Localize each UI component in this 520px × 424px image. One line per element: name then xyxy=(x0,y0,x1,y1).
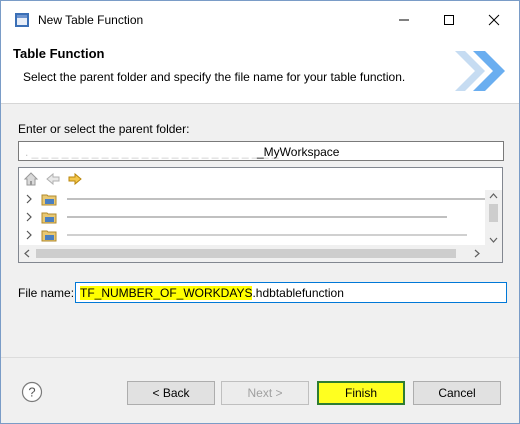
new-table-function-dialog: New Table Function Table Function Select… xyxy=(0,0,520,424)
cancel-button[interactable]: Cancel xyxy=(413,381,501,405)
banner-description: Select the parent folder and specify the… xyxy=(23,70,406,84)
wizard-chevron-icon xyxy=(455,51,505,91)
window-title: New Table Function xyxy=(38,13,144,27)
close-icon xyxy=(488,14,500,26)
parent-folder-redacted: . _ _ _ _ _ _ _ _ _ _ _ _ _ _ _ _ _ _ _ … xyxy=(25,145,279,159)
file-name-highlighted: TF_NUMBER_OF_WORKDAYS xyxy=(80,286,253,300)
parent-folder-label: Enter or select the parent folder: xyxy=(18,122,190,136)
finish-button[interactable]: Finish xyxy=(317,381,405,405)
home-icon[interactable] xyxy=(23,171,39,187)
footer-separator xyxy=(1,357,519,358)
title-bar: New Table Function xyxy=(1,1,519,39)
folder-tree[interactable] xyxy=(18,167,503,263)
project-folder-icon xyxy=(41,194,57,206)
redacted-text xyxy=(67,234,467,236)
maximize-icon xyxy=(444,15,454,25)
project-folder-icon xyxy=(41,230,57,242)
scroll-left-icon[interactable] xyxy=(21,245,33,262)
file-name-label: File name: xyxy=(18,286,75,300)
horizontal-scrollbar[interactable] xyxy=(19,245,502,262)
scroll-right-icon[interactable] xyxy=(471,245,483,262)
parent-folder-value: _MyWorkspace xyxy=(257,145,340,159)
vertical-scroll-thumb[interactable] xyxy=(489,204,498,222)
maximize-button[interactable] xyxy=(426,1,472,39)
help-icon[interactable]: ? xyxy=(21,381,43,403)
file-name-text: TF_NUMBER_OF_WORKDAYS.hdbtablefunction xyxy=(80,286,344,300)
minimize-button[interactable] xyxy=(381,1,427,39)
minimize-icon xyxy=(399,19,409,21)
back-arrow-icon[interactable] xyxy=(45,171,61,187)
banner-title: Table Function xyxy=(13,46,105,61)
wizard-banner: Table Function Select the parent folder … xyxy=(1,39,519,104)
file-name-extension: .hdbtablefunction xyxy=(252,286,344,300)
chevron-right-icon[interactable] xyxy=(24,229,34,241)
parent-folder-input[interactable]: . _ _ _ _ _ _ _ _ _ _ _ _ _ _ _ _ _ _ _ … xyxy=(18,141,504,161)
tree-toolbar xyxy=(19,168,502,190)
redacted-text xyxy=(67,198,485,200)
vertical-scrollbar[interactable] xyxy=(485,190,502,246)
svg-text:?: ? xyxy=(28,385,35,400)
app-icon xyxy=(15,13,29,27)
back-button[interactable]: < Back xyxy=(127,381,215,405)
chevron-right-icon[interactable] xyxy=(24,211,34,223)
forward-arrow-icon[interactable] xyxy=(67,171,83,187)
scroll-up-icon[interactable] xyxy=(485,190,502,202)
redacted-text xyxy=(67,216,447,218)
file-name-input[interactable]: TF_NUMBER_OF_WORKDAYS.hdbtablefunction xyxy=(75,282,507,303)
horizontal-scroll-thumb[interactable] xyxy=(36,249,456,258)
close-button[interactable] xyxy=(471,1,517,39)
next-button[interactable]: Next > xyxy=(221,381,309,405)
project-folder-icon xyxy=(41,212,57,224)
chevron-right-icon[interactable] xyxy=(24,193,34,205)
